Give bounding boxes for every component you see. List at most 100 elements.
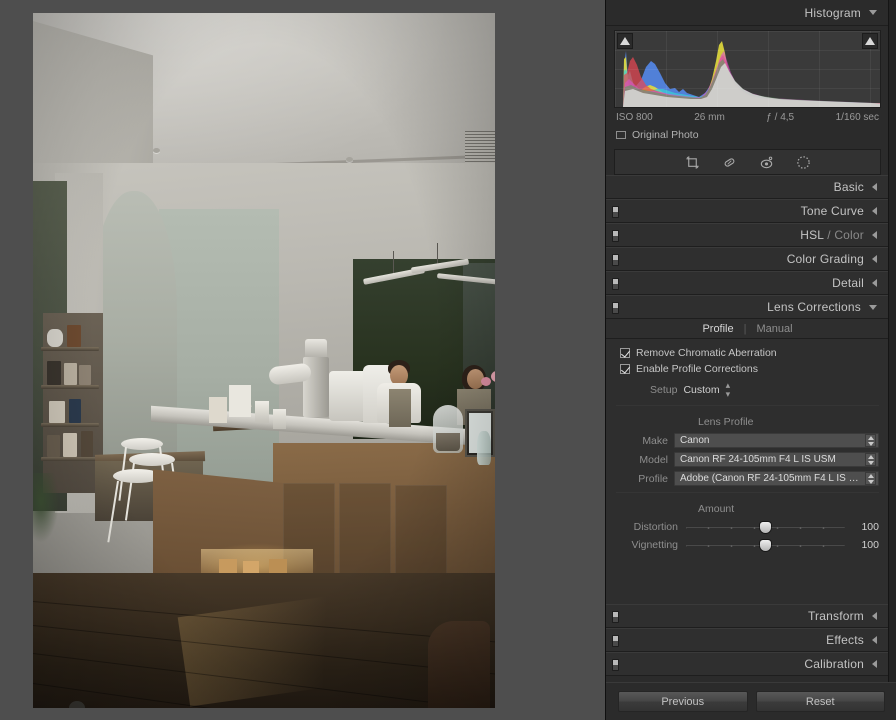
chevron-left-icon[interactable] bbox=[872, 207, 877, 215]
panel-switch-color-grading[interactable] bbox=[612, 254, 619, 266]
model-row[interactable]: Model Canon RF 24-105mm F4 L IS USM bbox=[622, 450, 889, 469]
panel-scrollbar[interactable] bbox=[888, 0, 896, 682]
lens-panel-spacer bbox=[606, 554, 889, 596]
spinner-icon[interactable] bbox=[865, 453, 876, 466]
sidebar-item-detail[interactable]: Detail bbox=[606, 271, 889, 295]
make-value: Canon bbox=[680, 435, 710, 446]
healing-brush-icon[interactable] bbox=[722, 155, 737, 170]
reset-button[interactable]: Reset bbox=[755, 691, 885, 712]
panel-title-tone-curve: Tone Curve bbox=[800, 204, 864, 218]
sidebar-item-transform[interactable]: Transform bbox=[606, 604, 889, 628]
remove-chromatic-aberration-row[interactable]: Remove Chromatic Aberration bbox=[606, 345, 889, 361]
panel-title-hsl: HSL / Color bbox=[800, 228, 864, 242]
highlight-clipping-triangle-icon[interactable] bbox=[862, 33, 878, 49]
enable-profile-corrections-row[interactable]: Enable Profile Corrections bbox=[606, 361, 889, 377]
right-develop-panel: Histogram ISO 800 26 mm ƒ / 4,5 1/160 se… bbox=[605, 0, 896, 720]
panel-title-basic: Basic bbox=[833, 180, 864, 194]
profile-label: Profile bbox=[638, 472, 668, 485]
make-row[interactable]: Make Canon bbox=[622, 431, 889, 450]
panel-switch-lens-corrections[interactable] bbox=[612, 302, 619, 314]
tab-separator: | bbox=[743, 322, 747, 335]
chevron-left-icon[interactable] bbox=[872, 279, 877, 287]
divider bbox=[616, 405, 879, 406]
vignetting-value[interactable]: 100 bbox=[853, 539, 879, 551]
sidebar-item-effects[interactable]: Effects bbox=[606, 628, 889, 652]
panel-switch-effects[interactable] bbox=[612, 635, 619, 647]
profile-dropdown[interactable]: Adobe (Canon RF 24-105mm F4 L IS USM) bbox=[674, 471, 879, 486]
sidebar-item-hsl-color[interactable]: HSL / Color bbox=[606, 223, 889, 247]
chevron-left-icon[interactable] bbox=[872, 231, 877, 239]
masking-icon[interactable] bbox=[796, 155, 811, 170]
panel-title-calibration: Calibration bbox=[804, 657, 864, 671]
distortion-slider-knob[interactable] bbox=[760, 522, 771, 533]
original-photo-checkbox[interactable] bbox=[616, 131, 626, 139]
chevron-down-icon[interactable] bbox=[869, 304, 877, 310]
enable-profile-corrections-label: Enable Profile Corrections bbox=[636, 363, 758, 375]
panel-footer: Previous Reset bbox=[606, 682, 896, 720]
aperture-value: ƒ / 4,5 bbox=[766, 112, 795, 123]
setup-value[interactable]: Custom bbox=[683, 384, 719, 396]
panel-title-color-grading: Color Grading bbox=[786, 252, 864, 266]
chevron-down-icon[interactable] bbox=[869, 10, 877, 15]
shutter-value: 1/160 sec bbox=[835, 112, 879, 123]
panel-switch-tone-curve[interactable] bbox=[612, 206, 619, 218]
original-photo-label: Original Photo bbox=[632, 129, 699, 141]
lens-corrections-tabs[interactable]: Profile | Manual bbox=[606, 319, 889, 339]
sidebar-item-calibration[interactable]: Calibration bbox=[606, 652, 889, 676]
vignetting-slider-knob[interactable] bbox=[760, 540, 771, 551]
make-dropdown[interactable]: Canon bbox=[674, 433, 879, 448]
panel-scroll-area[interactable]: Histogram ISO 800 26 mm ƒ / 4,5 1/160 se… bbox=[606, 0, 889, 700]
chevron-left-icon[interactable] bbox=[872, 183, 877, 191]
vignetting-label: Vignetting bbox=[631, 539, 678, 551]
panel-switch-calibration[interactable] bbox=[612, 659, 619, 671]
remove-chromatic-aberration-label: Remove Chromatic Aberration bbox=[636, 347, 777, 359]
profile-row[interactable]: Profile Adobe (Canon RF 24-105mm F4 L IS… bbox=[622, 469, 889, 488]
sidebar-item-color-grading[interactable]: Color Grading bbox=[606, 247, 889, 271]
distortion-slider-row[interactable]: Distortion 100 bbox=[622, 518, 889, 536]
chevron-left-icon[interactable] bbox=[872, 636, 877, 644]
image-canvas[interactable] bbox=[0, 0, 605, 720]
panel-title-lens-corrections: Lens Corrections bbox=[767, 300, 861, 314]
remove-chromatic-aberration-checkbox[interactable] bbox=[620, 348, 630, 358]
crop-overlay-icon[interactable] bbox=[685, 155, 700, 170]
chevron-left-icon[interactable] bbox=[872, 660, 877, 668]
distortion-slider-track[interactable] bbox=[686, 522, 845, 533]
vignetting-slider-track[interactable] bbox=[686, 540, 845, 551]
distortion-value[interactable]: 100 bbox=[853, 521, 879, 533]
sidebar-item-basic[interactable]: Basic bbox=[606, 175, 889, 199]
setup-row[interactable]: Setup Custom ▴ ▾ bbox=[650, 377, 889, 401]
original-photo-row[interactable]: Original Photo bbox=[616, 129, 879, 141]
iso-value: ISO 800 bbox=[616, 112, 653, 123]
panel-switch-transform[interactable] bbox=[612, 611, 619, 623]
panel-switch-hsl[interactable] bbox=[612, 230, 619, 242]
model-value: Canon RF 24-105mm F4 L IS USM bbox=[680, 454, 836, 465]
spinner-icon[interactable] bbox=[865, 472, 876, 485]
tab-profile[interactable]: Profile bbox=[702, 323, 733, 335]
sidebar-item-lens-corrections[interactable]: Lens Corrections bbox=[606, 295, 889, 319]
tab-manual[interactable]: Manual bbox=[756, 323, 792, 335]
shadow-clipping-triangle-icon[interactable] bbox=[617, 33, 633, 49]
model-dropdown[interactable]: Canon RF 24-105mm F4 L IS USM bbox=[674, 452, 879, 467]
updown-arrows-icon[interactable]: ▴ ▾ bbox=[726, 381, 731, 399]
chevron-left-icon[interactable] bbox=[872, 612, 877, 620]
histogram-curves bbox=[623, 41, 880, 107]
profile-value: Adobe (Canon RF 24-105mm F4 L IS USM) bbox=[680, 473, 865, 484]
spinner-icon[interactable] bbox=[865, 434, 876, 447]
previous-button[interactable]: Previous bbox=[618, 691, 748, 712]
tool-strip[interactable] bbox=[614, 149, 881, 175]
panel-switch-detail[interactable] bbox=[612, 278, 619, 290]
panel-title-transform: Transform bbox=[807, 609, 864, 623]
chevron-left-icon[interactable] bbox=[872, 255, 877, 263]
histogram-metadata: ISO 800 26 mm ƒ / 4,5 1/160 sec bbox=[616, 112, 879, 123]
enable-profile-corrections-checkbox[interactable] bbox=[620, 364, 630, 374]
sidebar-item-tone-curve[interactable]: Tone Curve bbox=[606, 199, 889, 223]
photo-vignette bbox=[33, 13, 495, 708]
amount-group-title: Amount bbox=[698, 503, 735, 515]
panel-title-effects: Effects bbox=[826, 633, 864, 647]
setup-label: Setup bbox=[650, 384, 678, 396]
photo-preview[interactable] bbox=[33, 13, 495, 708]
vignetting-slider-row[interactable]: Vignetting 100 bbox=[622, 536, 889, 554]
red-eye-correction-icon[interactable] bbox=[759, 155, 774, 170]
histogram-panel-header[interactable]: Histogram bbox=[606, 0, 889, 26]
histogram-graph[interactable] bbox=[614, 30, 881, 108]
